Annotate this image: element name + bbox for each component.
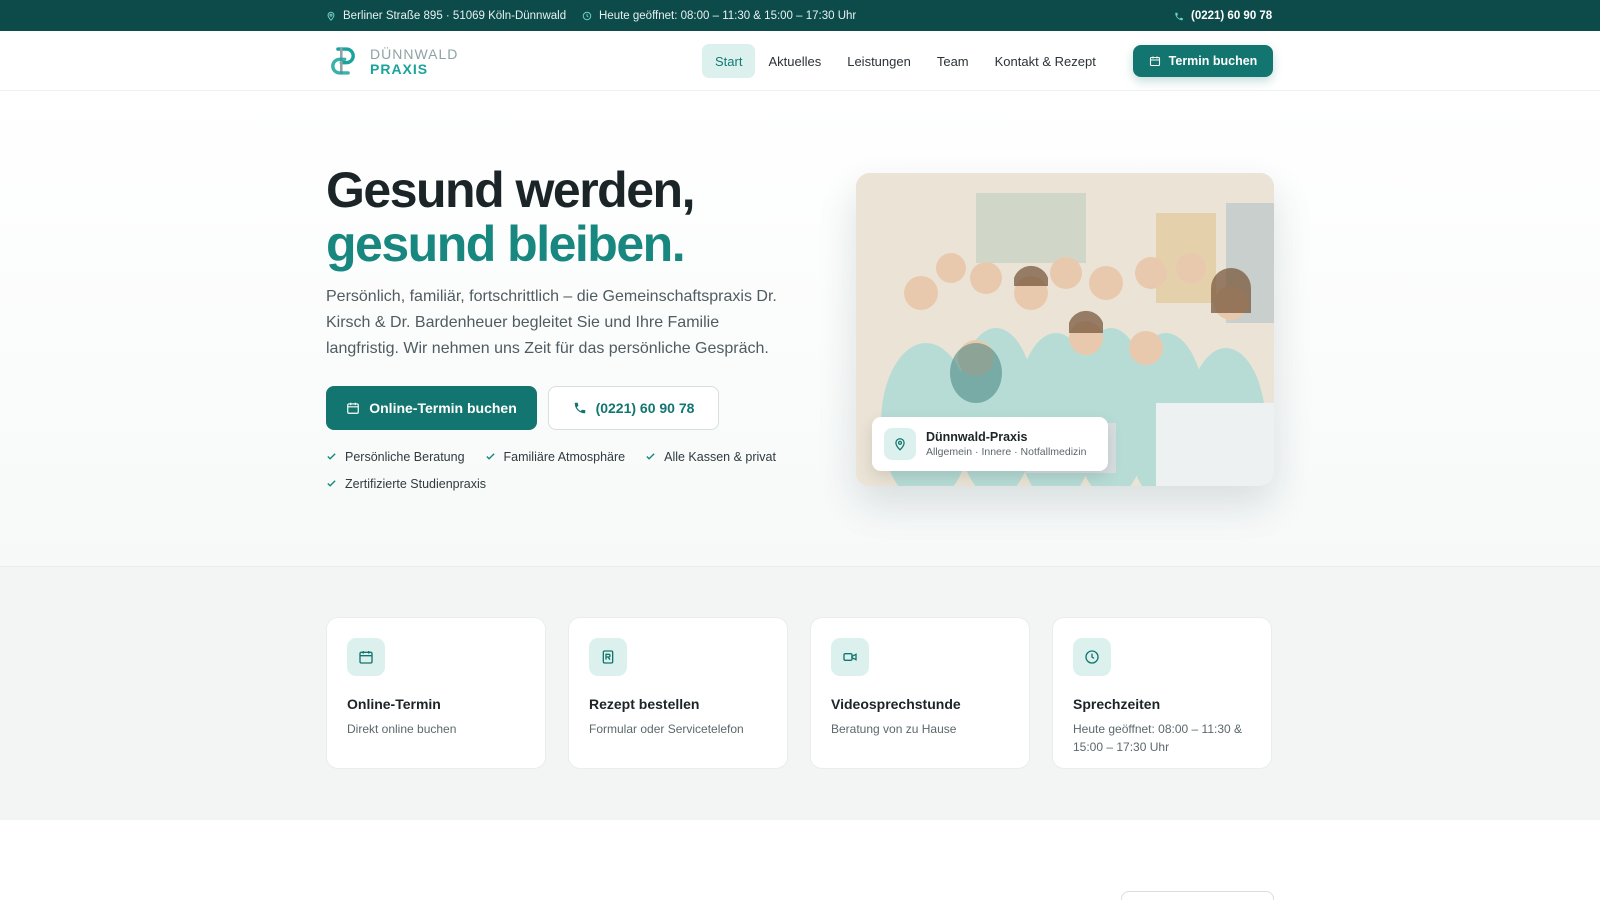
headline-line2: gesund bleiben. xyxy=(326,216,686,272)
check-icon xyxy=(485,451,496,462)
quick-link-subtitle: Heute geöffnet: 08:00 – 11:30 & 15:00 – … xyxy=(1073,722,1243,754)
practice-card-title: Dünnwald-Praxis xyxy=(926,430,1028,444)
quick-link-title: Rezept bestellen xyxy=(589,696,700,712)
team-photo: Dünnwald-Praxis Allgemein · Innere · Not… xyxy=(856,173,1274,486)
phone-icon xyxy=(573,401,587,415)
feature-item: Familiäre Atmosphäre xyxy=(485,448,626,465)
check-icon xyxy=(326,451,337,462)
next-section xyxy=(0,820,1600,900)
call-button[interactable]: (0221) 60 90 78 xyxy=(548,386,719,430)
clock-icon xyxy=(1084,649,1100,665)
practice-info-card: Dünnwald-Praxis Allgemein · Innere · Not… xyxy=(872,417,1108,471)
map-pin-icon xyxy=(326,11,336,21)
prescription-icon-box xyxy=(589,638,627,676)
next-section-button[interactable] xyxy=(1121,891,1274,900)
hero-section: Gesund werden, gesund bleiben. Persönlic… xyxy=(0,91,1600,566)
address-info: Berliner Straße 895 · 51069 Köln-Dünnwal… xyxy=(326,0,566,31)
quick-links-section: Online-Termin Direkt online buchen Rezep… xyxy=(0,566,1600,820)
nav-item-leistungen[interactable]: Leistungen xyxy=(834,44,924,78)
feature-label: Familiäre Atmosphäre xyxy=(503,449,626,464)
quick-link-rezept[interactable]: Rezept bestellen Formular oder Servicete… xyxy=(568,617,788,769)
online-booking-label: Online-Termin buchen xyxy=(369,400,517,416)
hero-headline: Gesund werden, gesund bleiben. xyxy=(326,162,695,272)
call-button-label: (0221) 60 90 78 xyxy=(595,400,695,416)
logo-line2: PRAXIS xyxy=(370,60,429,77)
feature-item: Alle Kassen & privat xyxy=(645,448,776,465)
top-info-bar: Berliner Straße 895 · 51069 Köln-Dünnwal… xyxy=(0,0,1600,31)
phone-link[interactable]: (0221) 60 90 78 xyxy=(1174,0,1272,31)
practice-card-subtitle: Allgemein · Innere · Notfallmedizin xyxy=(926,446,1087,458)
phone-text: (0221) 60 90 78 xyxy=(1191,9,1273,22)
feature-label: Persönliche Beratung xyxy=(345,449,465,464)
feature-label: Alle Kassen & privat xyxy=(664,449,776,464)
nav-item-kontakt[interactable]: Kontakt & Rezept xyxy=(982,44,1109,78)
calendar-icon xyxy=(358,649,374,665)
video-icon-box xyxy=(831,638,869,676)
calendar-icon-box xyxy=(347,638,385,676)
phone-icon xyxy=(1174,11,1184,21)
logo[interactable]: DÜNNWALD PRAXIS xyxy=(326,44,458,78)
quick-link-video[interactable]: Videosprechstunde Beratung von zu Hause xyxy=(810,617,1030,769)
prescription-icon xyxy=(600,649,616,665)
address-text: Berliner Straße 895 · 51069 Köln-Dünnwal… xyxy=(343,9,567,22)
quick-link-subtitle: Beratung von zu Hause xyxy=(831,722,957,736)
quick-link-title: Sprechzeiten xyxy=(1073,696,1161,712)
check-icon xyxy=(326,478,337,489)
video-icon xyxy=(842,649,858,665)
site-header: DÜNNWALD PRAXIS Start Aktuelles Leistung… xyxy=(0,31,1600,91)
nav-item-start[interactable]: Start xyxy=(702,44,756,78)
feature-list: Persönliche Beratung Familiäre Atmosphär… xyxy=(326,448,806,492)
book-appointment-label: Termin buchen xyxy=(1168,54,1258,68)
map-pin-icon xyxy=(893,437,907,451)
quick-link-online-termin[interactable]: Online-Termin Direkt online buchen xyxy=(326,617,546,769)
headline-line1: Gesund werden, xyxy=(326,162,695,218)
quick-link-title: Videosprechstunde xyxy=(831,696,961,712)
nav-item-team[interactable]: Team xyxy=(924,44,982,78)
location-badge xyxy=(884,428,916,460)
online-booking-button[interactable]: Online-Termin buchen xyxy=(326,386,537,430)
hours-text: Heute geöffnet: 08:00 – 11:30 & 15:00 – … xyxy=(599,9,857,22)
calendar-icon xyxy=(346,401,360,415)
clock-icon-box xyxy=(1073,638,1111,676)
hours-info: Heute geöffnet: 08:00 – 11:30 & 15:00 – … xyxy=(582,0,856,31)
book-appointment-button[interactable]: Termin buchen xyxy=(1133,45,1273,77)
logo-line1: DÜNNWALD xyxy=(370,45,459,62)
feature-label: Zertifizierte Studienpraxis xyxy=(345,476,487,491)
feature-item: Zertifizierte Studienpraxis xyxy=(326,475,486,492)
logo-mark-icon xyxy=(331,47,355,75)
clock-icon xyxy=(582,11,592,21)
feature-item: Persönliche Beratung xyxy=(326,448,465,465)
main-nav: Start Aktuelles Leistungen Team Kontakt … xyxy=(702,44,1109,78)
quick-link-subtitle: Direkt online buchen xyxy=(347,722,457,736)
quick-link-subtitle: Formular oder Servicetelefon xyxy=(589,722,744,736)
nav-item-aktuelles[interactable]: Aktuelles xyxy=(755,44,834,78)
calendar-icon xyxy=(1149,55,1161,67)
quick-link-sprechzeiten[interactable]: Sprechzeiten Heute geöffnet: 08:00 – 11:… xyxy=(1052,617,1272,769)
check-icon xyxy=(645,451,656,462)
quick-link-title: Online-Termin xyxy=(347,696,441,712)
hero-lead-text: Persönlich, familiär, fortschrittlich – … xyxy=(326,288,777,357)
